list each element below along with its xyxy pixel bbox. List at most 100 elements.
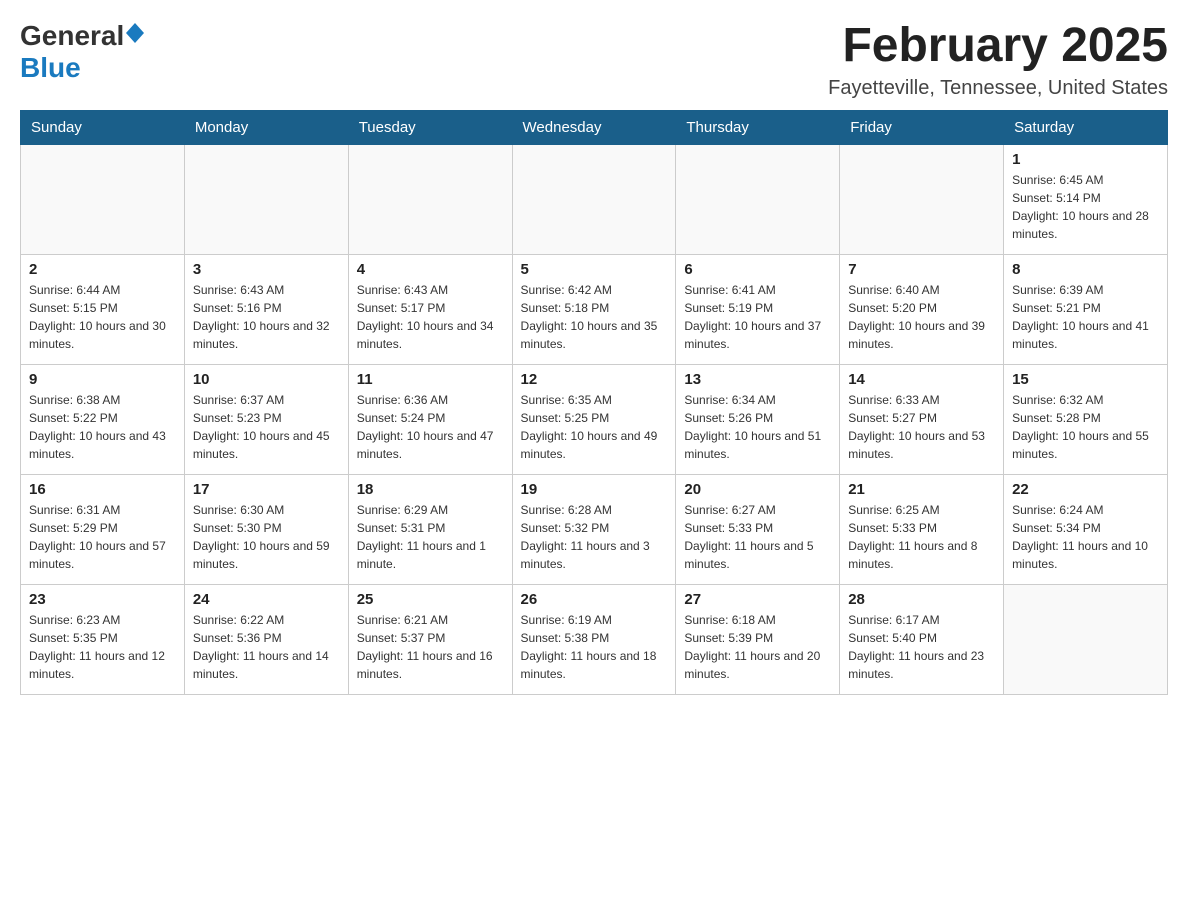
calendar-cell-w4-d3: 26 Sunrise: 6:19 AMSunset: 5:38 PMDayligh… [512, 584, 676, 694]
calendar-cell-w3-d6: 22 Sunrise: 6:24 AMSunset: 5:34 PMDayligh… [1004, 474, 1168, 584]
day-number-17: 17 [193, 481, 340, 498]
day-number-25: 25 [357, 591, 504, 608]
day-info-14: Sunrise: 6:33 AMSunset: 5:27 PMDaylight:… [848, 391, 995, 463]
day-number-22: 22 [1012, 481, 1159, 498]
header-wednesday: Wednesday [512, 110, 676, 144]
day-number-6: 6 [684, 261, 831, 278]
day-number-16: 16 [29, 481, 176, 498]
day-number-18: 18 [357, 481, 504, 498]
day-info-21: Sunrise: 6:25 AMSunset: 5:33 PMDaylight:… [848, 501, 995, 573]
header-friday: Friday [840, 110, 1004, 144]
day-info-9: Sunrise: 6:38 AMSunset: 5:22 PMDaylight:… [29, 391, 176, 463]
day-number-23: 23 [29, 591, 176, 608]
calendar-cell-w3-d4: 20 Sunrise: 6:27 AMSunset: 5:33 PMDayligh… [676, 474, 840, 584]
calendar-cell-w4-d5: 28 Sunrise: 6:17 AMSunset: 5:40 PMDayligh… [840, 584, 1004, 694]
calendar-cell-w2-d3: 12Sunrise: 6:35 AMSunset: 5:25 PMDayligh… [512, 364, 676, 474]
day-number-2: 2 [29, 261, 176, 278]
calendar-cell-w0-d1 [184, 144, 348, 254]
day-info-24: Sunrise: 6:22 AMSunset: 5:36 PMDaylight:… [193, 611, 340, 683]
weekday-header-row: Sunday Monday Tuesday Wednesday Thursday… [21, 110, 1168, 144]
day-info-17: Sunrise: 6:30 AMSunset: 5:30 PMDaylight:… [193, 501, 340, 573]
calendar-cell-w2-d0: 9 Sunrise: 6:38 AMSunset: 5:22 PMDaylight… [21, 364, 185, 474]
calendar-cell-w0-d5 [840, 144, 1004, 254]
day-info-19: Sunrise: 6:28 AMSunset: 5:32 PMDaylight:… [521, 501, 668, 573]
day-info-10: Sunrise: 6:37 AMSunset: 5:23 PMDaylight:… [193, 391, 340, 463]
day-number-15: 15 [1012, 371, 1159, 388]
calendar-cell-w1-d0: 2 Sunrise: 6:44 AMSunset: 5:15 PMDaylight… [21, 254, 185, 364]
week-row-4: 23 Sunrise: 6:23 AMSunset: 5:35 PMDayligh… [21, 584, 1168, 694]
day-info-18: Sunrise: 6:29 AMSunset: 5:31 PMDaylight:… [357, 501, 504, 573]
logo-blue-text: Blue [20, 52, 81, 83]
day-number-27: 27 [684, 591, 831, 608]
calendar-cell-w3-d3: 19 Sunrise: 6:28 AMSunset: 5:32 PMDayligh… [512, 474, 676, 584]
day-number-19: 19 [521, 481, 668, 498]
logo-general-text: General [20, 20, 124, 52]
day-number-4: 4 [357, 261, 504, 278]
day-info-4: Sunrise: 6:43 AMSunset: 5:17 PMDaylight:… [357, 281, 504, 353]
header-saturday: Saturday [1004, 110, 1168, 144]
day-info-27: Sunrise: 6:18 AMSunset: 5:39 PMDaylight:… [684, 611, 831, 683]
week-row-3: 16 Sunrise: 6:31 AMSunset: 5:29 PMDayligh… [21, 474, 1168, 584]
calendar-cell-w4-d0: 23 Sunrise: 6:23 AMSunset: 5:35 PMDayligh… [21, 584, 185, 694]
day-number-11: 11 [357, 371, 504, 388]
week-row-2: 9 Sunrise: 6:38 AMSunset: 5:22 PMDaylight… [21, 364, 1168, 474]
calendar-cell-w1-d1: 3Sunrise: 6:43 AMSunset: 5:16 PMDaylight… [184, 254, 348, 364]
day-number-13: 13 [684, 371, 831, 388]
calendar-cell-w0-d2 [348, 144, 512, 254]
calendar-cell-w2-d1: 10 Sunrise: 6:37 AMSunset: 5:23 PMDayligh… [184, 364, 348, 474]
week-row-0: 1 Sunrise: 6:45 AMSunset: 5:14 PMDaylight… [21, 144, 1168, 254]
logo: General Blue [20, 20, 144, 84]
calendar-cell-w2-d6: 15 Sunrise: 6:32 AMSunset: 5:28 PMDayligh… [1004, 364, 1168, 474]
calendar-cell-w2-d5: 14Sunrise: 6:33 AMSunset: 5:27 PMDayligh… [840, 364, 1004, 474]
day-info-8: Sunrise: 6:39 AMSunset: 5:21 PMDaylight:… [1012, 281, 1159, 353]
calendar-cell-w1-d4: 6Sunrise: 6:41 AMSunset: 5:19 PMDaylight… [676, 254, 840, 364]
day-number-12: 12 [521, 371, 668, 388]
calendar-cell-w2-d4: 13Sunrise: 6:34 AMSunset: 5:26 PMDayligh… [676, 364, 840, 474]
day-number-24: 24 [193, 591, 340, 608]
day-info-20: Sunrise: 6:27 AMSunset: 5:33 PMDaylight:… [684, 501, 831, 573]
calendar-cell-w1-d5: 7 Sunrise: 6:40 AMSunset: 5:20 PMDaylight… [840, 254, 1004, 364]
calendar-cell-w0-d3 [512, 144, 676, 254]
calendar-cell-w1-d6: 8 Sunrise: 6:39 AMSunset: 5:21 PMDaylight… [1004, 254, 1168, 364]
day-number-10: 10 [193, 371, 340, 388]
day-info-25: Sunrise: 6:21 AMSunset: 5:37 PMDaylight:… [357, 611, 504, 683]
calendar-cell-w1-d2: 4 Sunrise: 6:43 AMSunset: 5:17 PMDaylight… [348, 254, 512, 364]
day-info-23: Sunrise: 6:23 AMSunset: 5:35 PMDaylight:… [29, 611, 176, 683]
day-info-15: Sunrise: 6:32 AMSunset: 5:28 PMDaylight:… [1012, 391, 1159, 463]
day-number-28: 28 [848, 591, 995, 608]
day-info-3: Sunrise: 6:43 AMSunset: 5:16 PMDaylight:… [193, 281, 340, 353]
day-info-5: Sunrise: 6:42 AMSunset: 5:18 PMDaylight:… [521, 281, 668, 353]
day-info-26: Sunrise: 6:19 AMSunset: 5:38 PMDaylight:… [521, 611, 668, 683]
day-number-9: 9 [29, 371, 176, 388]
calendar-cell-w2-d2: 11Sunrise: 6:36 AMSunset: 5:24 PMDayligh… [348, 364, 512, 474]
calendar-cell-w3-d5: 21Sunrise: 6:25 AMSunset: 5:33 PMDayligh… [840, 474, 1004, 584]
day-info-22: Sunrise: 6:24 AMSunset: 5:34 PMDaylight:… [1012, 501, 1159, 573]
calendar-cell-w1-d3: 5Sunrise: 6:42 AMSunset: 5:18 PMDaylight… [512, 254, 676, 364]
calendar-cell-w4-d2: 25 Sunrise: 6:21 AMSunset: 5:37 PMDayligh… [348, 584, 512, 694]
calendar-title: February 2025 [828, 20, 1168, 73]
calendar-cell-w3-d1: 17 Sunrise: 6:30 AMSunset: 5:30 PMDayligh… [184, 474, 348, 584]
day-number-8: 8 [1012, 261, 1159, 278]
day-number-1: 1 [1012, 151, 1159, 168]
day-info-2: Sunrise: 6:44 AMSunset: 5:15 PMDaylight:… [29, 281, 176, 353]
header-tuesday: Tuesday [348, 110, 512, 144]
day-number-26: 26 [521, 591, 668, 608]
calendar-cell-w0-d6: 1 Sunrise: 6:45 AMSunset: 5:14 PMDaylight… [1004, 144, 1168, 254]
header-sunday: Sunday [21, 110, 185, 144]
logo-flag-icon [124, 23, 144, 50]
calendar-cell-w4-d1: 24 Sunrise: 6:22 AMSunset: 5:36 PMDayligh… [184, 584, 348, 694]
page-header: General Blue February 2025 Fayetteville,… [20, 20, 1168, 100]
calendar-cell-w3-d2: 18 Sunrise: 6:29 AMSunset: 5:31 PMDayligh… [348, 474, 512, 584]
calendar-cell-w4-d6 [1004, 584, 1168, 694]
day-number-20: 20 [684, 481, 831, 498]
day-info-16: Sunrise: 6:31 AMSunset: 5:29 PMDaylight:… [29, 501, 176, 573]
calendar-table: Sunday Monday Tuesday Wednesday Thursday… [20, 110, 1168, 695]
day-info-7: Sunrise: 6:40 AMSunset: 5:20 PMDaylight:… [848, 281, 995, 353]
calendar-cell-w0-d0 [21, 144, 185, 254]
day-info-28: Sunrise: 6:17 AMSunset: 5:40 PMDaylight:… [848, 611, 995, 683]
day-info-1: Sunrise: 6:45 AMSunset: 5:14 PMDaylight:… [1012, 171, 1159, 243]
day-number-7: 7 [848, 261, 995, 278]
week-row-1: 2 Sunrise: 6:44 AMSunset: 5:15 PMDaylight… [21, 254, 1168, 364]
calendar-cell-w4-d4: 27 Sunrise: 6:18 AMSunset: 5:39 PMDayligh… [676, 584, 840, 694]
calendar-cell-w0-d4 [676, 144, 840, 254]
